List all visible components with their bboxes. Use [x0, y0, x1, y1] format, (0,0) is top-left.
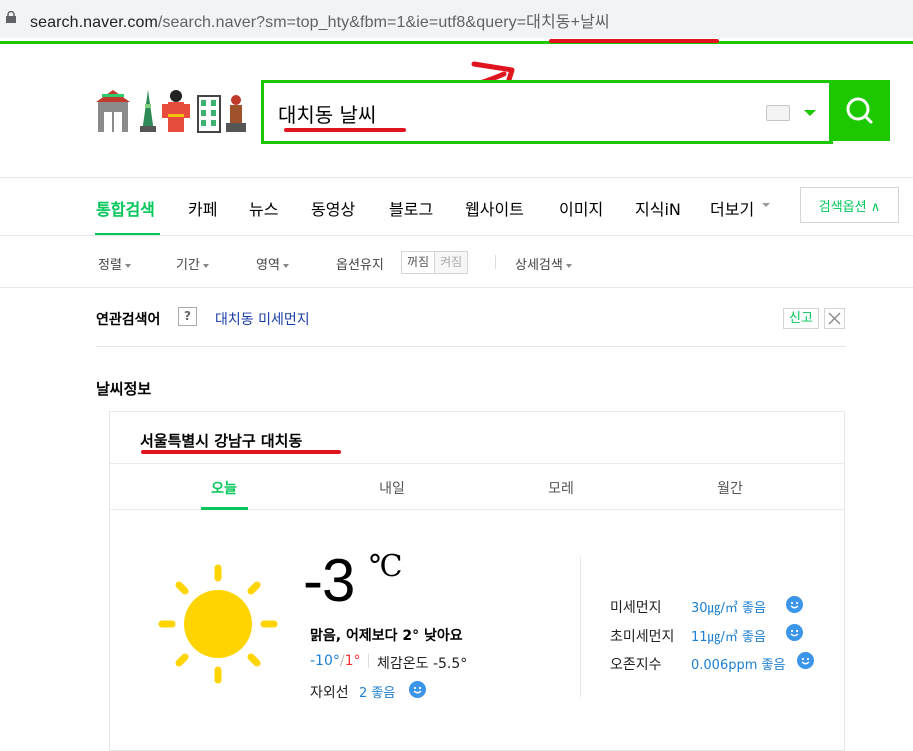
weather-tab-monthly[interactable]: 월간 [680, 478, 780, 498]
weather-description: 맑음, 어제보다 2° 낮아요 [310, 628, 463, 644]
temperature-unit: ℃ [369, 549, 403, 584]
naver-top-green-line [0, 41, 913, 44]
ultrafine-dust-value[interactable]: 11㎍/㎥ 좋음 [691, 626, 766, 645]
card-tab-divider [110, 463, 844, 464]
header-divider [0, 177, 913, 178]
tab-cafe[interactable]: 카페 [188, 196, 217, 220]
annotation-underline-url-query [549, 39, 719, 43]
feels-separator [368, 654, 369, 668]
naver-doodle-logo[interactable] [96, 86, 248, 134]
toggle-off-option[interactable]: 꺼짐 [402, 252, 436, 273]
filter-divider [0, 287, 913, 288]
tab-kin[interactable]: 지식iN [635, 196, 681, 220]
related-search-label: 연관검색어 [96, 312, 161, 328]
weather-tab-today[interactable]: 오늘 [174, 478, 274, 498]
tab-news[interactable]: 뉴스 [249, 196, 278, 220]
min-temp: -10° [310, 653, 340, 669]
smile-face-icon [786, 596, 803, 613]
annotation-underline-search-query [284, 128, 406, 132]
tab-blog[interactable]: 블로그 [389, 196, 433, 220]
url-text[interactable]: search.naver.com/search.naver?sm=top_hty… [30, 8, 610, 32]
ozone-label: 오존지수 [610, 657, 662, 673]
tab-more[interactable]: 더보기 [710, 196, 754, 220]
search-icon [846, 97, 873, 124]
filter-detail[interactable]: 상세검색 [515, 254, 572, 273]
caret-down-icon [565, 263, 572, 268]
close-button[interactable] [824, 308, 845, 329]
filter-separator [495, 255, 496, 269]
smile-face-icon [797, 652, 814, 669]
related-search-link[interactable]: 대치동 미세먼지 [215, 309, 310, 329]
toggle-on-option[interactable]: 켜짐 [435, 252, 468, 273]
search-button[interactable] [829, 80, 890, 141]
url-domain: search.naver.com [30, 14, 158, 31]
report-button[interactable]: 신고 [783, 308, 819, 329]
caret-down-icon [124, 263, 131, 268]
max-temp: 1° [344, 653, 361, 669]
related-divider [96, 346, 846, 347]
autocomplete-toggle-icon[interactable] [804, 110, 816, 116]
weather-location[interactable]: 서울특별시 강남구 대치동 [140, 430, 302, 451]
fine-dust-value[interactable]: 30㎍/㎥ 좋음 [691, 597, 766, 616]
weather-vertical-divider [580, 557, 581, 697]
feels-like-temperature: 체감온도 -5.5° [377, 656, 468, 672]
caret-down-icon [202, 263, 209, 268]
sun-icon [158, 564, 278, 684]
filter-period[interactable]: 기간 [176, 254, 209, 273]
chevron-down-icon [762, 203, 770, 207]
tab-integrated-search[interactable]: 통합검색 [96, 196, 155, 220]
keyboard-icon[interactable] [766, 105, 790, 121]
filter-area-label: 영역 [256, 258, 280, 273]
search-box[interactable]: 대치동 날씨 [261, 80, 833, 144]
smile-face-icon [409, 681, 426, 698]
doodle-guard-icon [162, 90, 190, 132]
current-temperature: -3 [303, 547, 355, 614]
weather-tab-day-after[interactable]: 모레 [511, 478, 611, 498]
doodle-building-icon [197, 95, 221, 133]
section-title: 날씨정보 [96, 380, 152, 398]
filter-period-label: 기간 [176, 258, 200, 273]
weather-tab-tomorrow[interactable]: 내일 [342, 478, 442, 498]
doodle-statue-icon [226, 95, 246, 132]
filter-sort[interactable]: 정렬 [98, 254, 131, 273]
nav-divider [0, 235, 913, 236]
tab-website[interactable]: 웹사이트 [465, 196, 524, 220]
filter-detail-label: 상세검색 [515, 258, 563, 273]
annotation-underline-location [141, 450, 341, 454]
smile-face-icon [786, 624, 803, 641]
doodle-gate-icon [96, 90, 130, 132]
min-max-temperature: -10°/1° [310, 653, 361, 669]
url-path: /search.naver?sm=top_hty&fbm=1&ie=utf8&q… [157, 14, 610, 31]
tab-image[interactable]: 이미지 [559, 196, 603, 220]
active-weather-tab-indicator [201, 507, 248, 510]
ultrafine-dust-label: 초미세먼지 [610, 629, 675, 645]
caret-down-icon [282, 263, 289, 268]
fine-dust-label: 미세먼지 [610, 600, 662, 616]
close-icon [828, 312, 841, 325]
filter-sort-label: 정렬 [98, 258, 122, 273]
uv-label: 자외선 [310, 685, 349, 701]
tab-video[interactable]: 동영상 [311, 196, 355, 220]
uv-value[interactable]: 2 좋음 [359, 682, 395, 701]
keep-options-toggle[interactable]: 꺼짐 켜짐 [401, 251, 469, 274]
doodle-tower-icon [140, 90, 156, 132]
search-options-button[interactable]: 검색옵션 ∧ [800, 187, 899, 223]
search-input[interactable]: 대치동 날씨 [278, 99, 376, 128]
ozone-value[interactable]: 0.006ppm 좋음 [691, 654, 785, 673]
lock-icon [6, 11, 16, 23]
keep-options-label: 옵션유지 [336, 258, 384, 273]
help-icon[interactable]: ? [178, 307, 197, 326]
filter-area[interactable]: 영역 [256, 254, 289, 273]
